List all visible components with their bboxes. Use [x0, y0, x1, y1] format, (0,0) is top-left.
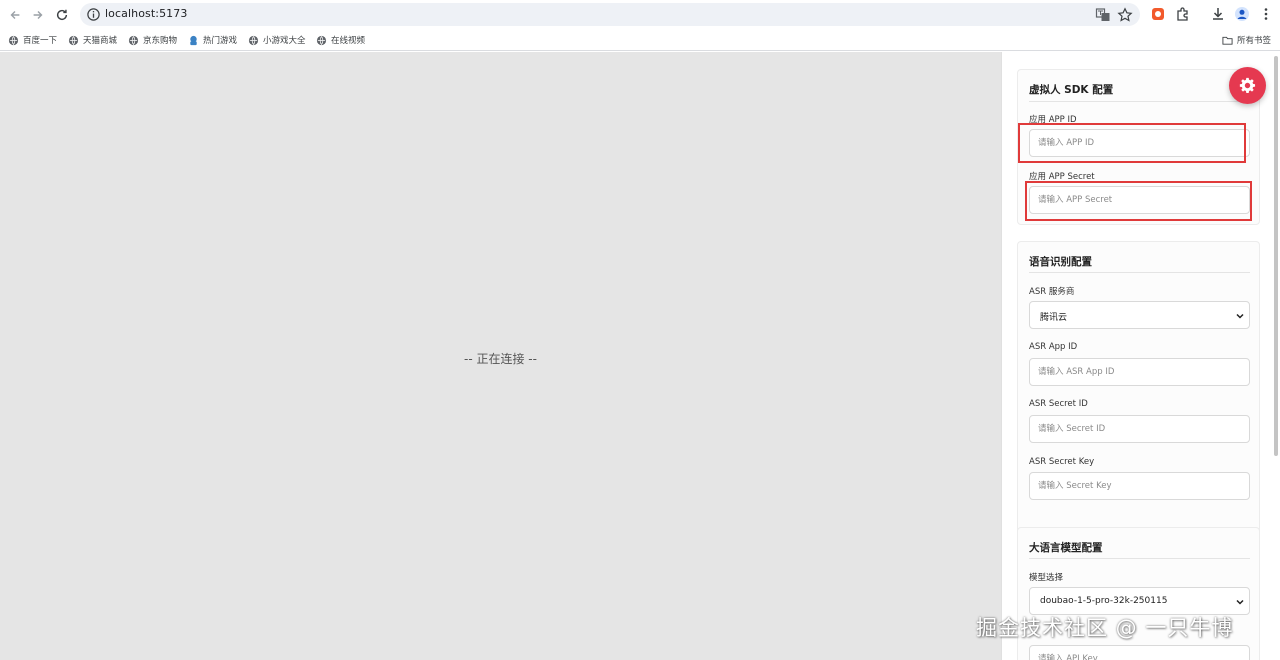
bookmarks-bar: 百度一下 天猫商城 京东购物 热门游戏 小游戏大全 在线视频 所有书签 — [0, 29, 1280, 51]
asr-secret-key-label: ASR Secret Key — [1029, 457, 1095, 467]
all-bookmarks-label: 所有书签 — [1237, 36, 1272, 46]
bookmark-item[interactable]: 小游戏大全 — [248, 33, 306, 47]
asr-secret-id-input[interactable] — [1029, 415, 1250, 443]
divider — [1029, 101, 1250, 102]
bookmark-label: 天猫商城 — [83, 36, 118, 46]
bookmark-label: 百度一下 — [23, 36, 58, 46]
panel-scrollbar[interactable] — [1274, 56, 1278, 456]
highlight-box-app-secret — [1025, 181, 1252, 221]
sdk-config-title: 虚拟人 SDK 配置 — [1029, 84, 1114, 96]
all-bookmarks-button[interactable]: 所有书签 — [1222, 33, 1271, 47]
settings-button[interactable] — [1229, 67, 1266, 104]
model-select-label: 模型选择 — [1029, 573, 1064, 583]
globe-icon — [316, 35, 327, 45]
asr-provider-label: ASR 服务商 — [1029, 287, 1075, 297]
translate-icon[interactable] — [1095, 7, 1111, 23]
chevron-down-icon — [1236, 599, 1244, 605]
asr-app-id-input[interactable] — [1029, 358, 1250, 386]
globe-icon — [68, 35, 79, 45]
model-select-value: doubao-1-5-pro-32k-250115 — [1040, 596, 1168, 606]
puzzle-icon[interactable] — [1175, 6, 1191, 22]
browser-toolbar: localhost:5173 — [0, 0, 1280, 29]
globe-icon — [8, 35, 19, 45]
api-key-input[interactable] — [1029, 645, 1250, 660]
profile-icon[interactable] — [1234, 6, 1250, 22]
bookmark-item[interactable]: 天猫商城 — [68, 33, 117, 47]
asr-secret-key-input[interactable] — [1029, 472, 1250, 500]
info-icon[interactable] — [86, 7, 101, 22]
bookmark-label: 热门游戏 — [203, 36, 238, 46]
gear-icon — [1239, 77, 1256, 93]
chevron-down-icon — [1236, 313, 1244, 319]
extension-icon[interactable] — [1150, 6, 1166, 22]
star-icon[interactable] — [1117, 7, 1133, 23]
bookmark-item[interactable]: 在线视频 — [316, 33, 365, 47]
address-bar[interactable]: localhost:5173 — [80, 3, 1140, 26]
bookmark-item[interactable]: 百度一下 — [8, 33, 57, 47]
globe-icon — [128, 35, 139, 45]
asr-config-card: 语音识别配置 ASR 服务商 腾讯云 ASR App ID ASR Secret… — [1017, 241, 1260, 563]
forward-arrow-icon[interactable] — [27, 4, 49, 26]
watermark: 掘金技术社区 @ 一只牛博 — [976, 616, 1234, 640]
asr-provider-value: 腾讯云 — [1040, 313, 1068, 323]
url-text[interactable]: localhost:5173 — [105, 7, 187, 20]
bookmark-label: 小游戏大全 — [263, 36, 306, 46]
back-arrow-icon[interactable] — [4, 4, 26, 26]
folder-icon — [1222, 36, 1233, 45]
connection-status: -- 正在连接 -- — [464, 352, 537, 366]
bookmark-label: 在线视频 — [331, 36, 366, 46]
game-icon — [190, 35, 197, 45]
bookmark-label: 京东购物 — [143, 36, 178, 46]
asr-config-title: 语音识别配置 — [1029, 256, 1092, 268]
divider — [1029, 272, 1250, 273]
reload-icon[interactable] — [51, 4, 73, 26]
highlight-box-app-id — [1018, 123, 1246, 163]
menu-icon[interactable] — [1258, 6, 1274, 22]
globe-icon — [248, 35, 259, 45]
divider — [1029, 558, 1250, 559]
asr-secret-id-label: ASR Secret ID — [1029, 399, 1088, 409]
model-select[interactable]: doubao-1-5-pro-32k-250115 — [1029, 587, 1250, 615]
bookmark-item[interactable]: 京东购物 — [128, 33, 177, 47]
asr-app-id-label: ASR App ID — [1029, 342, 1078, 352]
asr-provider-select[interactable]: 腾讯云 — [1029, 301, 1250, 329]
bookmark-item[interactable]: 热门游戏 — [188, 33, 237, 47]
llm-config-title: 大语言模型配置 — [1029, 542, 1103, 554]
avatar-stage: -- 正在连接 -- — [0, 52, 1001, 660]
download-icon[interactable] — [1210, 6, 1226, 22]
